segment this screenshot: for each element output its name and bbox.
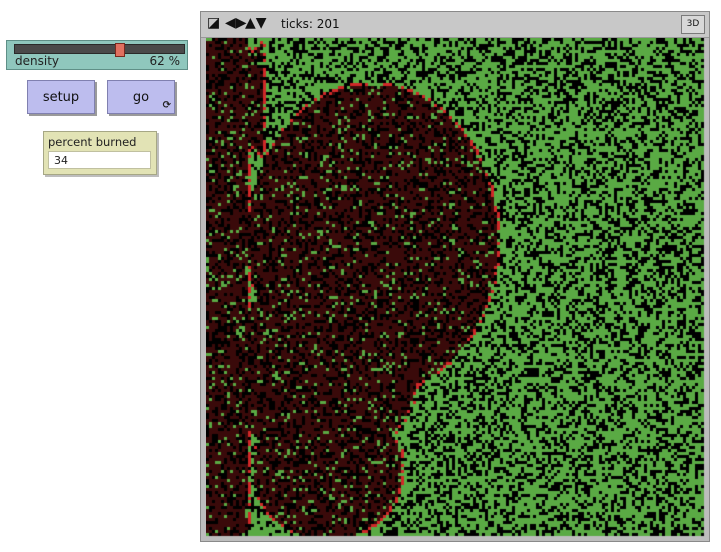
3d-view-button[interactable]: 3D xyxy=(681,15,705,34)
go-button[interactable]: go ⟳ xyxy=(107,80,175,114)
slider-thumb[interactable] xyxy=(114,43,125,57)
slider-track[interactable] xyxy=(14,43,185,57)
left-right-icon[interactable]: ◀▶ xyxy=(225,16,247,30)
go-button-label: go xyxy=(132,89,150,105)
ticks-counter: ticks: 201 xyxy=(281,17,340,31)
slider-value: 62 % xyxy=(149,54,181,68)
world-canvas[interactable] xyxy=(206,38,705,537)
density-slider[interactable]: density 62 % xyxy=(6,40,188,70)
percent-burned-monitor: percent burned 34 xyxy=(43,131,157,175)
setup-button-label: setup xyxy=(42,89,80,105)
view-toolbar: ◪ ◀▶ ▲▼ ticks: 201 3D xyxy=(201,12,709,38)
slider-label: density xyxy=(15,54,59,68)
world-view: ◪ ◀▶ ▲▼ ticks: 201 3D xyxy=(200,11,710,542)
setup-button[interactable]: setup xyxy=(27,80,95,114)
forever-loop-icon: ⟳ xyxy=(162,100,171,111)
up-down-icon[interactable]: ▲▼ xyxy=(245,16,267,30)
zoom-icon[interactable]: ◪ xyxy=(207,16,220,30)
monitor-value: 34 xyxy=(48,151,151,169)
monitor-label: percent burned xyxy=(48,135,137,149)
